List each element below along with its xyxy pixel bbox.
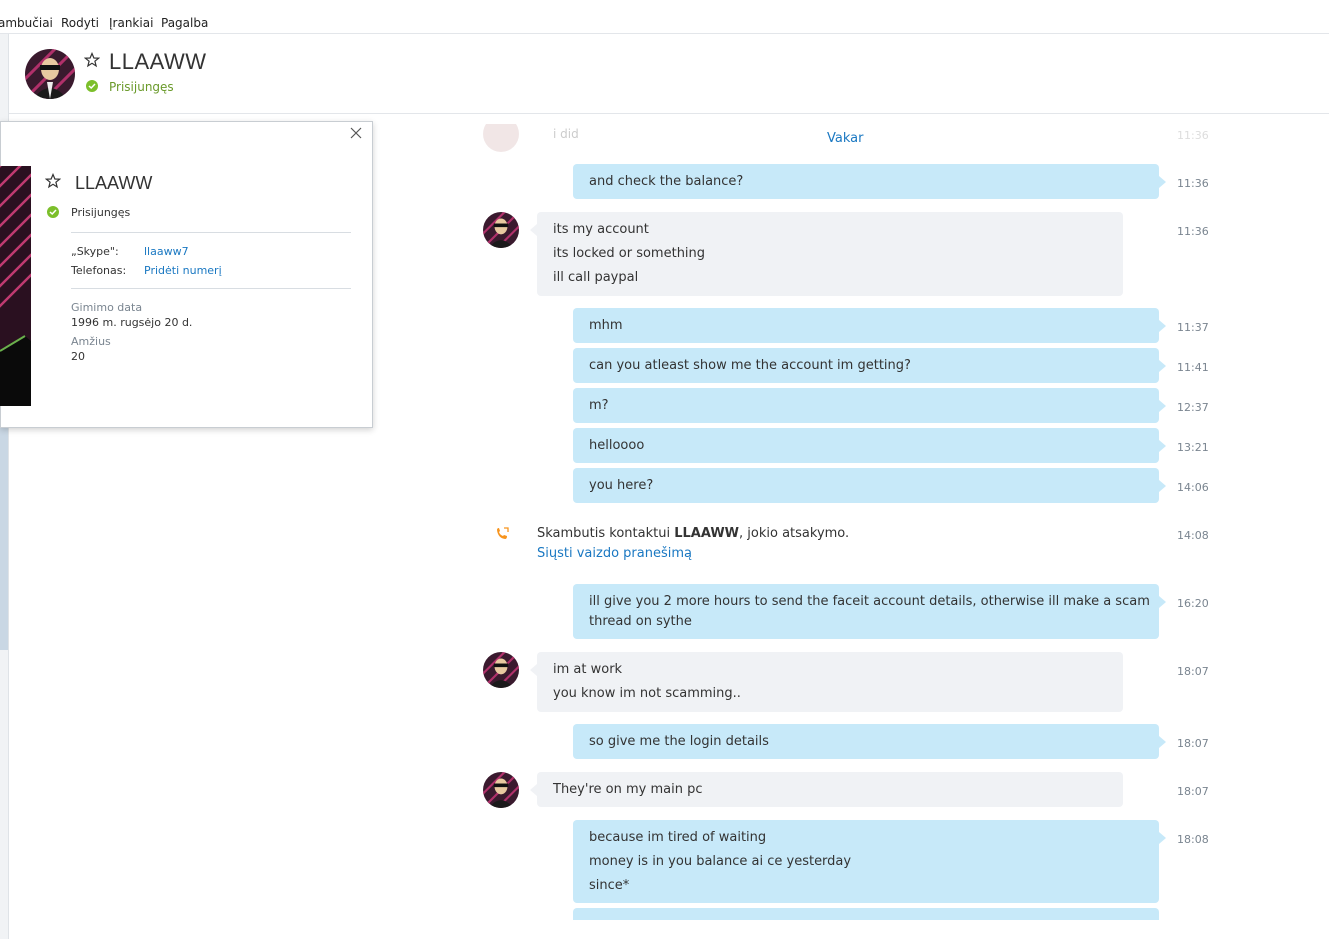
avatar[interactable] <box>483 652 519 688</box>
birth-date-label: Gimimo data <box>71 301 143 314</box>
message-time: 11:36 <box>1177 177 1209 190</box>
message-outgoing[interactable]: m? <box>573 388 1166 423</box>
message-text: thread on sythe <box>589 614 692 629</box>
message-text: ill call paypal <box>553 270 639 285</box>
message-text: since* <box>589 878 630 893</box>
menu-tools[interactable]: Įrankiai <box>109 16 153 30</box>
message-time: 18:08 <box>1177 833 1209 846</box>
favorite-star-icon[interactable] <box>44 172 62 193</box>
avatar[interactable] <box>483 212 519 248</box>
profile-photo <box>0 166 31 406</box>
message-text: you here? <box>589 478 654 493</box>
message-text: m? <box>589 398 609 413</box>
call-notice-prefix: Skambutis kontaktui <box>537 526 675 541</box>
menu-bar: ambučiai Rodyti Įrankiai Pagalba <box>0 0 1329 34</box>
message-outgoing[interactable]: so give me the login details <box>573 724 1166 759</box>
birth-date-value: 1996 m. rugsėjo 20 d. <box>71 316 193 329</box>
message-outgoing[interactable]: helloooo <box>573 428 1166 463</box>
contact-status: Prisijungęs <box>109 80 174 94</box>
add-phone-link[interactable]: Pridėti numerį <box>144 264 222 277</box>
contact-name[interactable]: LLAAWW <box>109 49 207 75</box>
age-label: Amžius <box>71 335 111 348</box>
send-video-message-link[interactable]: Siųsti vaizdo pranešimą <box>537 546 692 561</box>
message-text: ill give you 2 more hours to send the fa… <box>589 594 1150 609</box>
call-notice: Skambutis kontaktui LLAAWW, jokio atsaky… <box>537 526 849 541</box>
message-time: 11:36 <box>1177 225 1209 238</box>
faded-message-text: i did <box>553 127 579 141</box>
contact-avatar[interactable] <box>25 49 75 99</box>
message-time: 16:20 <box>1177 597 1209 610</box>
avatar[interactable] <box>483 772 519 808</box>
message-text: mhm <box>589 318 623 333</box>
message-time: 18:07 <box>1177 737 1209 750</box>
message-text: its my account <box>553 222 649 237</box>
chat-bottom-edge <box>9 920 1329 939</box>
message-outgoing[interactable]: you here? <box>573 468 1166 503</box>
age-value: 20 <box>71 350 85 363</box>
online-status-icon <box>86 80 98 96</box>
missed-call-icon <box>495 527 509 545</box>
online-status-icon <box>47 206 59 222</box>
phone-label: Telefonas: <box>71 264 127 277</box>
skype-label: „Skype": <box>71 245 119 258</box>
day-separator: Vakar <box>827 131 864 146</box>
message-text: They're on my main pc <box>553 782 703 797</box>
faded-message-time: 11:36 <box>1177 129 1209 142</box>
message-outgoing-cutoff[interactable] <box>573 908 1159 920</box>
message-outgoing[interactable]: can you atleast show me the account im g… <box>573 348 1166 383</box>
message-incoming[interactable]: its my account its locked or something i… <box>530 212 1123 296</box>
call-notice-suffix: , jokio atsakymo. <box>739 526 850 541</box>
profile-name: LLAAWW <box>75 173 153 193</box>
message-time: 13:21 <box>1177 441 1209 454</box>
message-time: 18:07 <box>1177 785 1209 798</box>
message-text: so give me the login details <box>589 734 769 749</box>
menu-contacts[interactable]: ambučiai <box>0 16 53 30</box>
divider <box>71 232 351 233</box>
message-outgoing[interactable]: because im tired of waiting money is in … <box>573 820 1166 903</box>
message-outgoing[interactable]: and check the balance? <box>573 164 1166 199</box>
message-time: 18:07 <box>1177 665 1209 678</box>
divider <box>71 288 351 289</box>
message-incoming[interactable]: They're on my main pc <box>530 772 1123 807</box>
message-outgoing[interactable]: ill give you 2 more hours to send the fa… <box>573 584 1166 639</box>
message-text: and check the balance? <box>589 174 744 189</box>
message-time: 11:41 <box>1177 361 1209 374</box>
message-time: 12:37 <box>1177 401 1209 414</box>
message-time: 14:06 <box>1177 481 1209 494</box>
message-incoming[interactable]: im at work you know im not scamming.. <box>530 652 1123 712</box>
profile-status: Prisijungęs <box>71 206 131 219</box>
message-text: helloooo <box>589 438 645 453</box>
previous-message-faded <box>483 116 519 158</box>
message-text: because im tired of waiting <box>589 830 767 845</box>
conversation-header <box>9 34 1329 114</box>
call-time: 14:08 <box>1177 529 1209 542</box>
menu-view[interactable]: Rodyti <box>61 16 99 30</box>
call-notice-contact: LLAAWW <box>674 526 740 541</box>
message-text: im at work <box>553 662 623 677</box>
close-icon[interactable] <box>349 126 363 140</box>
message-text: you know im not scamming.. <box>553 686 741 701</box>
message-text: can you atleast show me the account im g… <box>589 358 911 373</box>
skype-id-link[interactable]: llaaww7 <box>144 245 189 258</box>
left-panel-scrollbar[interactable] <box>0 425 8 650</box>
message-outgoing[interactable]: mhm <box>573 308 1166 343</box>
menu-help[interactable]: Pagalba <box>161 16 208 30</box>
message-text: its locked or something <box>553 246 706 261</box>
message-text: money is in you balance ai ce yesterday <box>589 854 852 869</box>
favorite-star-icon[interactable] <box>83 51 101 68</box>
message-time: 11:37 <box>1177 321 1209 334</box>
